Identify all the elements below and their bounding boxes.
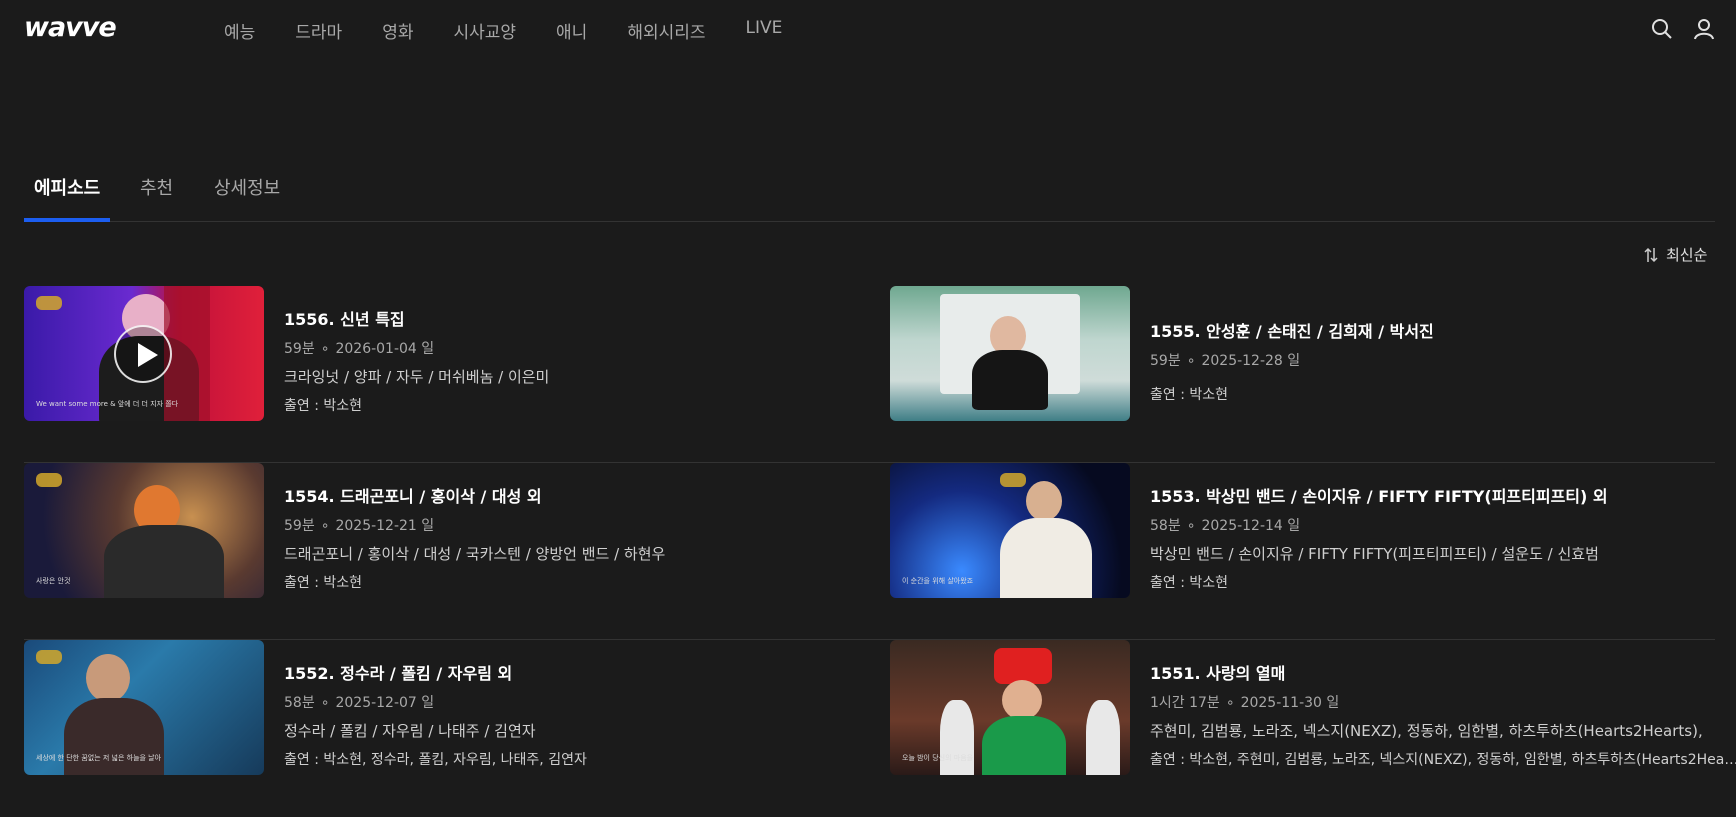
episode-thumbnail[interactable] <box>890 286 1130 421</box>
episode-guests: 박상민 밴드 / 손이지유 / FIFTY FIFTY(피프티피프티) / 설운… <box>1150 545 1599 563</box>
tab-episodes[interactable]: 에피소드 <box>34 174 100 200</box>
episode-row: 세상에 한 단한 꿈없는 저 넓은 하늘을 날아 1552. 정수라 / 폴킴 … <box>24 640 1736 817</box>
episode-meta: 1556. 신년 특집 59분 ∘ 2026-01-04 일 크라잉넛 / 양파 /… <box>284 306 874 415</box>
episode-title[interactable]: 1556. 신년 특집 <box>284 306 874 330</box>
episode-thumbnail[interactable]: 세상에 한 단한 꿈없는 저 넓은 하늘을 날아 <box>24 640 264 775</box>
episode-meta: 1551. 사랑의 열매 1시간 17분 ∘ 2025-11-30 일 주현미, 김… <box>1150 660 1736 769</box>
episode-thumbnail[interactable]: 이 순간을 위해 살아왔죠 <box>890 463 1130 598</box>
episode-item[interactable]: 세상에 한 단한 꿈없는 저 넓은 하늘을 날아 1552. 정수라 / 폴킴 … <box>24 640 864 817</box>
sort-button[interactable]: 최신순 <box>1644 244 1707 265</box>
episode-guests: 주현미, 김범룡, 노라조, 넥스지(NEXZ), 정동하, 임한별, 하츠투하… <box>1150 722 1703 740</box>
program-logo-badge <box>36 296 62 310</box>
nav-item-movie[interactable]: 영화 <box>382 18 413 43</box>
episode-meta: 1555. 안성훈 / 손태진 / 김희재 / 박서진 59분 ∘ 2025-12-… <box>1150 318 1736 404</box>
wavve-logo[interactable]: wavve <box>24 12 117 43</box>
main-nav: 예능 드라마 영화 시사교양 애니 해외시리즈 LIVE <box>224 18 822 43</box>
episode-guests: 정수라 / 폴킴 / 자우림 / 나태주 / 김연자 <box>284 722 536 740</box>
episode-item[interactable]: 오늘 밤이 당신의 마음을 1551. 사랑의 열매 1시간 17분 ∘ 2025-… <box>890 640 1736 817</box>
episode-date: 2025-12-28 일 <box>1201 353 1301 369</box>
episode-title[interactable]: 1551. 사랑의 열매 <box>1150 660 1736 684</box>
content-tabs: 에피소드 추천 상세정보 <box>24 160 1715 222</box>
episode-info: 59분 ∘ 2025-12-28 일 <box>1150 353 1301 369</box>
tab-recommended[interactable]: 추천 <box>140 174 173 200</box>
thumbnail-caption: 오늘 밤이 당신의 마음을 <box>902 754 974 762</box>
episode-meta: 1552. 정수라 / 폴킴 / 자우림 외 58분 ∘ 2025-12-07 일 … <box>284 660 874 769</box>
nav-item-foreign-series[interactable]: 해외시리즈 <box>627 18 705 43</box>
episode-meta: 1554. 드래곤포니 / 홍이삭 / 대성 외 59분 ∘ 2025-12-21 … <box>284 483 874 592</box>
episode-duration: 58분 <box>1150 518 1181 534</box>
episode-info: 59분 ∘ 2026-01-04 일 <box>284 341 435 357</box>
episode-guests: 드래곤포니 / 홍이삭 / 대성 / 국카스텐 / 양방언 밴드 / 하현우 <box>284 545 666 563</box>
episode-thumbnail[interactable]: 오늘 밤이 당신의 마음을 <box>890 640 1130 775</box>
episode-date: 2025-11-30 일 <box>1240 695 1340 711</box>
nav-item-live[interactable]: LIVE <box>746 18 783 43</box>
episode-cast: 출연 : 박소현 <box>1150 575 1229 591</box>
episode-thumbnail[interactable]: 사랑은 안것 <box>24 463 264 598</box>
episode-cast: 출연 : 박소현, 주현미, 김범룡, 노라조, 넥스지(NEXZ), 정동하,… <box>1150 752 1736 768</box>
episode-item[interactable]: 이 순간을 위해 살아왔죠 1553. 박상민 밴드 / 손이지유 / FIFT… <box>890 463 1715 640</box>
episode-cast: 출연 : 박소현 <box>284 575 363 591</box>
episode-duration: 59분 <box>284 341 315 357</box>
search-icon[interactable] <box>1650 17 1674 41</box>
episode-cast: 출연 : 박소현, 정수라, 폴킴, 자우림, 나태주, 김연자 <box>284 752 587 768</box>
nav-item-drama[interactable]: 드라마 <box>295 18 342 43</box>
episode-duration: 59분 <box>1150 353 1181 369</box>
episode-item[interactable]: 1555. 안성훈 / 손태진 / 김희재 / 박서진 59분 ∘ 2025-12-… <box>890 286 1715 463</box>
program-logo-badge <box>1000 473 1026 487</box>
episode-info: 1시간 17분 ∘ 2025-11-30 일 <box>1150 695 1340 711</box>
episode-info: 58분 ∘ 2025-12-14 일 <box>1150 518 1301 534</box>
thumbnail-caption: 이 순간을 위해 살아왔죠 <box>902 577 974 585</box>
nav-item-variety[interactable]: 예능 <box>224 18 255 43</box>
episode-guests: 크라잉넛 / 양파 / 자두 / 머쉬베놈 / 이은미 <box>284 368 550 386</box>
episode-duration: 58분 <box>284 695 315 711</box>
episode-title[interactable]: 1554. 드래곤포니 / 홍이삭 / 대성 외 <box>284 483 874 507</box>
episode-date: 2025-12-21 일 <box>335 518 435 534</box>
episode-item[interactable]: 사랑은 안것 1554. 드래곤포니 / 홍이삭 / 대성 외 59분 ∘ 2025… <box>24 463 864 640</box>
top-nav-bar: wavve 예능 드라마 영화 시사교양 애니 해외시리즈 LIVE <box>0 0 1736 58</box>
sort-arrows-icon <box>1644 247 1658 262</box>
episode-title[interactable]: 1552. 정수라 / 폴킴 / 자우림 외 <box>284 660 874 684</box>
episode-date: 2026-01-04 일 <box>335 341 435 357</box>
episode-info: 58분 ∘ 2025-12-07 일 <box>284 695 435 711</box>
episode-duration: 59분 <box>284 518 315 534</box>
episode-row: 사랑은 안것 1554. 드래곤포니 / 홍이삭 / 대성 외 59분 ∘ 2025… <box>24 463 1715 640</box>
program-logo-badge <box>36 650 62 664</box>
episode-meta: 1553. 박상민 밴드 / 손이지유 / FIFTY FIFTY(피프티피프티… <box>1150 483 1736 592</box>
episode-duration: 1시간 17분 <box>1150 695 1220 711</box>
episode-info: 59분 ∘ 2025-12-21 일 <box>284 518 435 534</box>
episode-thumbnail[interactable]: We want some more & 앞에 더 더 지자 쫄다 <box>24 286 264 421</box>
nav-item-documentary[interactable]: 시사교양 <box>453 18 516 43</box>
nav-item-animation[interactable]: 애니 <box>556 18 587 43</box>
episode-cast: 출연 : 박소현 <box>1150 387 1229 403</box>
sort-label: 최신순 <box>1666 246 1708 264</box>
episode-cast: 출연 : 박소현 <box>284 398 363 414</box>
episode-title[interactable]: 1555. 안성훈 / 손태진 / 김희재 / 박서진 <box>1150 318 1736 342</box>
thumbnail-caption: We want some more & 앞에 더 더 지자 쫄다 <box>36 400 179 408</box>
episode-date: 2025-12-07 일 <box>335 695 435 711</box>
thumbnail-caption: 세상에 한 단한 꿈없는 저 넓은 하늘을 날아 <box>36 754 162 762</box>
active-tab-indicator <box>24 218 110 222</box>
program-logo-badge <box>36 473 62 487</box>
episode-date: 2025-12-14 일 <box>1201 518 1301 534</box>
tab-details[interactable]: 상세정보 <box>214 174 280 200</box>
episode-row: We want some more & 앞에 더 더 지자 쫄다 1556. 신… <box>24 286 1715 463</box>
user-icon[interactable] <box>1692 17 1716 41</box>
play-icon[interactable] <box>114 325 172 383</box>
thumbnail-caption: 사랑은 안것 <box>36 577 71 585</box>
episode-item[interactable]: We want some more & 앞에 더 더 지자 쫄다 1556. 신… <box>24 286 864 463</box>
episode-title[interactable]: 1553. 박상민 밴드 / 손이지유 / FIFTY FIFTY(피프티피프티… <box>1150 483 1736 507</box>
